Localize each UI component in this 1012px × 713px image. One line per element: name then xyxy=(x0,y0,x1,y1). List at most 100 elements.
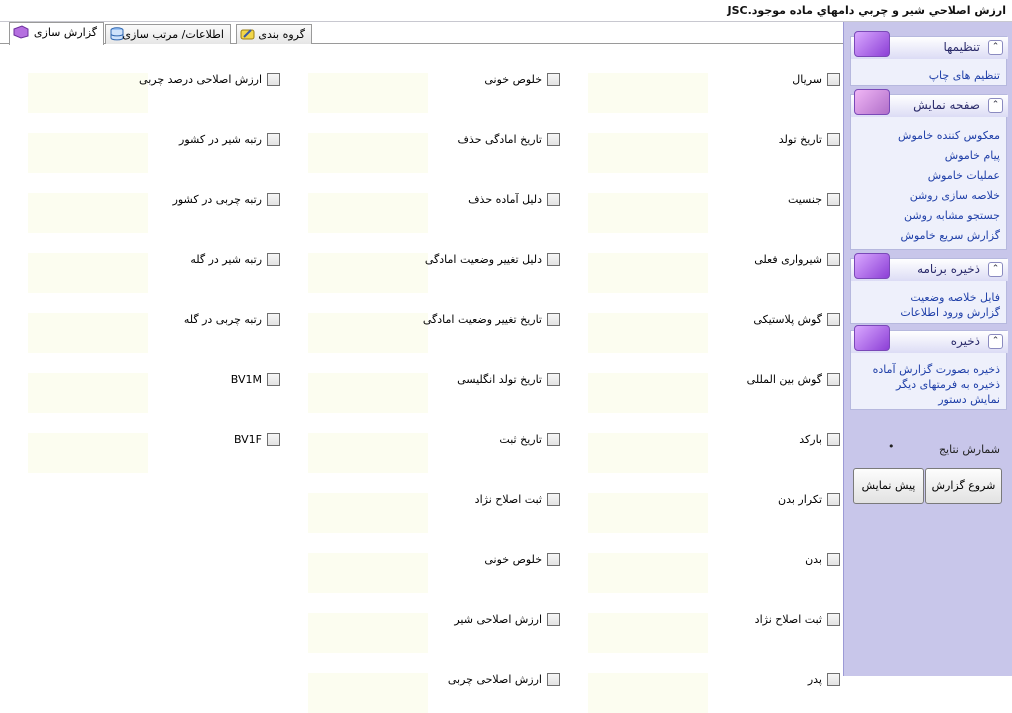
settings-panel-header[interactable]: تنظيمها ⌃ xyxy=(851,31,1008,59)
field-checkbox[interactable] xyxy=(547,193,560,206)
field-input-placeholder xyxy=(28,313,148,353)
panel-link[interactable]: خلاصه سازى روشن xyxy=(910,189,1000,203)
panel-link[interactable]: ذخيره بصورت گزارش آماده xyxy=(873,363,1000,377)
field-label: گوش بين المللى xyxy=(746,373,822,386)
panel-link[interactable]: جستجو مشابه روشن xyxy=(904,209,1000,223)
panel-link[interactable]: تنظيم هاى چاپ xyxy=(929,69,1000,83)
field-checkbox[interactable] xyxy=(547,133,560,146)
field-checkbox[interactable] xyxy=(827,673,840,686)
tab-report-builder[interactable]: گزارش سازی xyxy=(9,22,104,45)
panel-link[interactable]: نمايش دستور xyxy=(938,393,1000,407)
field-label: گوش پلاستيكى xyxy=(753,313,822,326)
field-option: رتبه چربى در كشور xyxy=(0,184,280,233)
field-label: باركد xyxy=(799,433,822,446)
field-checkbox[interactable] xyxy=(547,493,560,506)
field-label: تاريخ تولد انگليسى xyxy=(457,373,542,386)
save-panel-header[interactable]: ذخيره ⌃ xyxy=(851,325,1008,353)
field-option: رتبه شير در گله xyxy=(0,244,280,293)
field-option: باركد xyxy=(560,424,840,473)
start-report-button[interactable]: شروع گزارش xyxy=(925,468,1002,504)
field-checkbox[interactable] xyxy=(827,613,840,626)
result-count-value: • xyxy=(888,440,895,453)
field-input-placeholder xyxy=(588,73,708,113)
field-checkbox[interactable] xyxy=(827,553,840,566)
title-bar: ارزش اصلاحي شير و چربي دامهاي ماده موجود… xyxy=(0,0,1012,22)
field-checkbox[interactable] xyxy=(547,253,560,266)
program-save-panel: ذخيره برنامه ⌃ فايل خلاصه وضعيت گزارش ور… xyxy=(850,253,1008,324)
panel-link[interactable]: فايل خلاصه وضعيت xyxy=(910,291,1000,305)
display-panel-header[interactable]: صفحه نمايش ⌃ xyxy=(851,89,1008,117)
field-label: بدن xyxy=(805,553,822,566)
field-checkbox[interactable] xyxy=(267,133,280,146)
field-checkbox[interactable] xyxy=(547,613,560,626)
panel-title: تنظيمها xyxy=(943,40,980,54)
field-checkbox[interactable] xyxy=(267,73,280,86)
field-checkbox[interactable] xyxy=(827,313,840,326)
display-panel: صفحه نمايش ⌃ معكوس كننده خاموش پيام خامو… xyxy=(850,89,1008,250)
field-input-placeholder xyxy=(308,553,428,593)
collapse-chevron-icon[interactable]: ⌃ xyxy=(988,262,1003,277)
field-input-placeholder xyxy=(588,433,708,473)
program-save-panel-header[interactable]: ذخيره برنامه ⌃ xyxy=(851,253,1008,281)
panel-link[interactable]: گزارش سريع خاموش xyxy=(901,229,1000,243)
field-label: تاريخ تغيير وضعيت امادگى xyxy=(422,313,542,326)
panel-title: ذخيره برنامه xyxy=(917,262,980,276)
field-checkbox[interactable] xyxy=(547,73,560,86)
field-input-placeholder xyxy=(28,193,148,233)
panel-link[interactable]: گزارش ورود اطلاعات xyxy=(900,306,1000,320)
field-option: سريال xyxy=(560,64,840,113)
field-input-placeholder xyxy=(588,253,708,293)
field-checkbox[interactable] xyxy=(547,673,560,686)
tab-label: گروه بندی xyxy=(258,28,305,41)
field-checkbox[interactable] xyxy=(267,313,280,326)
field-input-placeholder xyxy=(308,673,428,713)
field-option: ثبت اصلاح نژاد xyxy=(280,484,560,533)
field-checkbox[interactable] xyxy=(827,253,840,266)
field-checkbox[interactable] xyxy=(827,73,840,86)
field-input-placeholder xyxy=(308,73,428,113)
field-option: رتبه شير در كشور xyxy=(0,124,280,173)
panel-link[interactable]: عمليات خاموش xyxy=(928,169,1000,183)
field-label: رتبه چربى در گله xyxy=(183,313,262,326)
field-checkbox[interactable] xyxy=(267,373,280,386)
field-checkbox[interactable] xyxy=(267,433,280,446)
field-input-placeholder xyxy=(28,73,148,113)
collapse-chevron-icon[interactable]: ⌃ xyxy=(988,40,1003,55)
save-icon xyxy=(854,325,890,351)
field-checkbox[interactable] xyxy=(267,253,280,266)
field-label: جنسيت xyxy=(787,193,822,206)
tab-data-sort[interactable]: اطلاعات/ مرتب سازی xyxy=(105,24,231,44)
field-checkbox[interactable] xyxy=(547,373,560,386)
field-option: ارزش اصلاحى چربى xyxy=(280,664,560,713)
panel-link[interactable]: پيام خاموش xyxy=(945,149,1000,163)
field-input-placeholder xyxy=(308,613,428,653)
preview-button[interactable]: پيش نمايش xyxy=(853,468,924,504)
field-checkbox[interactable] xyxy=(827,493,840,506)
panel-link[interactable]: معكوس كننده خاموش xyxy=(898,129,1000,143)
tab-grouping[interactable]: گروه بندی xyxy=(236,24,312,44)
field-input-placeholder xyxy=(588,193,708,233)
field-option: ارزش اصلاحى درصد چربى xyxy=(0,64,280,113)
field-label: ارزش اصلاحى چربى xyxy=(447,673,542,686)
field-option: ثبت اصلاح نژاد xyxy=(560,604,840,653)
field-checkbox[interactable] xyxy=(827,433,840,446)
field-label: تاريخ تولد xyxy=(778,133,822,146)
field-label: ارزش اصلاحى درصد چربى xyxy=(139,73,262,86)
field-checkbox[interactable] xyxy=(267,193,280,206)
display-icon xyxy=(854,89,890,115)
field-checkbox[interactable] xyxy=(827,373,840,386)
window-title: ارزش اصلاحي شير و چربي دامهاي ماده موجود… xyxy=(727,4,1006,17)
field-label: خلوص خونى xyxy=(484,73,542,86)
panel-link[interactable]: ذخيره به فرمتهاى ديگر xyxy=(896,378,1000,392)
collapse-chevron-icon[interactable]: ⌃ xyxy=(988,98,1003,113)
field-checkbox[interactable] xyxy=(547,313,560,326)
field-label: BV1M xyxy=(230,373,262,386)
field-checkbox[interactable] xyxy=(827,193,840,206)
settings-gear-icon xyxy=(854,31,890,57)
field-checkbox[interactable] xyxy=(547,433,560,446)
collapse-chevron-icon[interactable]: ⌃ xyxy=(988,334,1003,349)
field-input-placeholder xyxy=(588,133,708,173)
field-checkbox[interactable] xyxy=(547,553,560,566)
field-label: خلوص خونى xyxy=(484,553,542,566)
field-checkbox[interactable] xyxy=(827,133,840,146)
